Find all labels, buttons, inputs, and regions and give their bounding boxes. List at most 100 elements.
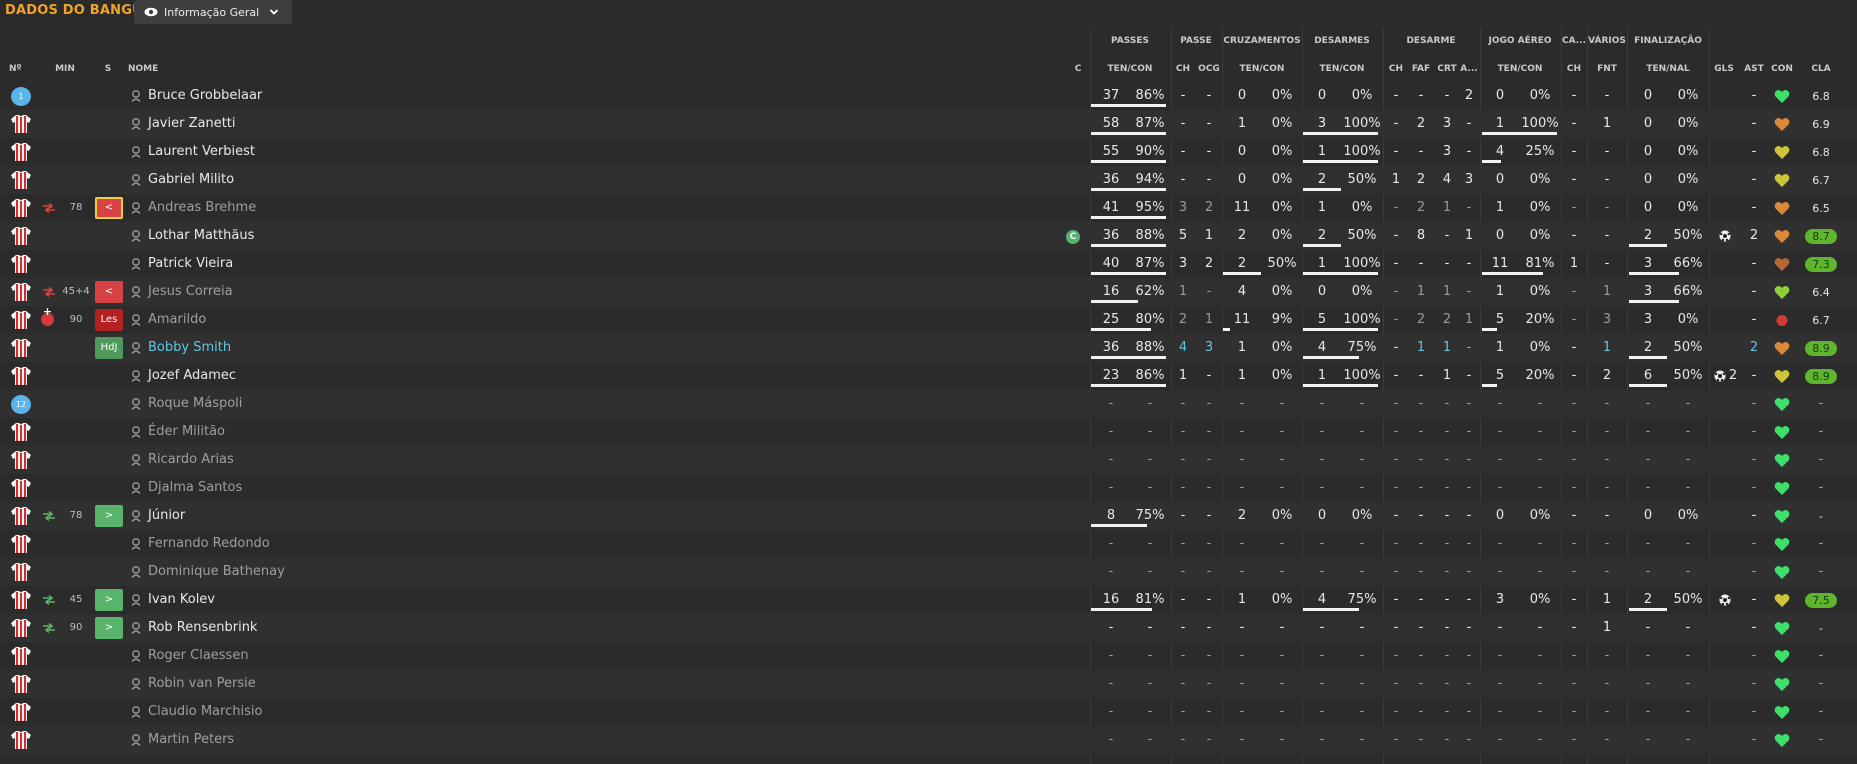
player-row[interactable]: 45 > Ivan Kolev 16 81% - -1 0% 4 75% - - - -3 0% -1 2 50%… xyxy=(0,586,1857,614)
passes-bar xyxy=(1091,384,1166,387)
aerial-completion: 0% xyxy=(1529,284,1551,299)
substituted-out-badge[interactable]: < xyxy=(95,281,123,303)
header-gls[interactable]: GLS xyxy=(1714,64,1734,74)
goalkeeper-shirt-icon: 1 xyxy=(11,87,31,106)
player-name[interactable]: Éder Militão xyxy=(148,418,225,446)
player-row[interactable]: 78 > Júnior 8 75% - -2 0% 0 0% - - - -0 0% - -0 0% - - xyxy=(0,502,1857,530)
player-name[interactable]: Bobby Smith xyxy=(148,334,231,362)
player-row[interactable]: Claudio Marchisio - - - - - - - - - - - - - - - - - - - - - xyxy=(0,698,1857,726)
player-name[interactable]: Rob Rensenbrink xyxy=(148,614,257,642)
tackles-attempted: - xyxy=(1319,620,1325,635)
player-name[interactable]: Júnior xyxy=(148,502,185,530)
stat-value: - xyxy=(1279,452,1285,467)
player-name[interactable]: Martin Peters xyxy=(148,726,234,754)
player-row[interactable]: Patrick Vieira 40 87% 3 2 2 50% 1 100% - - - -11 81% 1… xyxy=(0,250,1857,278)
person-icon xyxy=(131,286,141,298)
player-name[interactable]: Ricardo Arias xyxy=(148,446,234,474)
player-row[interactable]: 1 Bruce Grobbelaar 37 86% - -0 0% 0 0% - - -2 0 0% - -0… xyxy=(0,82,1857,110)
player-row[interactable]: Djalma Santos - - - - - - - - - - - - - - - - - - - - - xyxy=(0,474,1857,502)
substituted-in-badge[interactable]: > xyxy=(95,589,123,611)
stat-value: - xyxy=(1319,732,1325,747)
header-varios-fnt[interactable]: FNT xyxy=(1597,64,1617,74)
player-row[interactable]: HdJ Bobby Smith 36 88% 4 3 1 0% 4 75% -1 1-1 0% -1 2 50… xyxy=(0,334,1857,362)
player-row[interactable]: Dominique Bathenay - - - - - - - - - - - - - - - - - - - - - xyxy=(0,558,1857,586)
stat-value: - xyxy=(1751,536,1757,551)
shots-on-target: 50% xyxy=(1673,228,1703,243)
player-name[interactable]: Javier Zanetti xyxy=(148,110,236,138)
header-desarme-a[interactable]: A... xyxy=(1460,64,1477,74)
header-num[interactable]: Nº xyxy=(9,64,22,74)
header-passe-ocg[interactable]: OCG xyxy=(1198,64,1220,74)
player-name[interactable]: Fernando Redondo xyxy=(148,530,270,558)
header-desarme-ch[interactable]: CH xyxy=(1389,64,1403,74)
view-selector-button[interactable]: Informação Geral xyxy=(134,0,292,24)
player-name[interactable]: Laurent Verbiest xyxy=(148,138,255,166)
player-row[interactable]: 90 > Rob Rensenbrink - - - - - - - - - - - - - - - 1 - - - - xyxy=(0,614,1857,642)
condition-heart-icon xyxy=(1774,173,1790,187)
player-row[interactable]: Fernando Redondo - - - - - - - - - - - - - - - - - - - - - xyxy=(0,530,1857,558)
header-c[interactable]: C xyxy=(1075,64,1082,74)
header-ast[interactable]: AST xyxy=(1744,64,1764,74)
stat-value: - xyxy=(1571,396,1577,411)
player-row[interactable]: Jozef Adamec 23 86% 1-1 0% 1 100% - -1-5 20% -2 6 50… xyxy=(0,362,1857,390)
substituted-in-badge[interactable]: > xyxy=(95,617,123,639)
player-name[interactable]: Claudio Marchisio xyxy=(148,698,262,726)
view-selector-label: Informação Geral xyxy=(164,5,260,19)
header-des-tencon[interactable]: TEN/CON xyxy=(1320,64,1365,74)
player-name[interactable]: Jozef Adamec xyxy=(148,362,236,390)
player-name[interactable]: Bruce Grobbelaar xyxy=(148,82,262,110)
player-row[interactable]: 45+4 < Jesus Correia 16 62% 1-4 0% 0 0% -1 1-1 0% -1… xyxy=(0,278,1857,306)
player-name[interactable]: Amarildo xyxy=(148,306,206,334)
injury-badge[interactable]: Les xyxy=(95,309,123,331)
player-name[interactable]: Robin van Persie xyxy=(148,670,256,698)
header-ca-ch[interactable]: CH xyxy=(1567,64,1581,74)
header-aereo-tencon[interactable]: TEN/CON xyxy=(1498,64,1543,74)
substituted-out-badge[interactable]: < xyxy=(95,197,123,219)
player-row[interactable]: Laurent Verbiest 55 90% - -0 0% 1 100% - -3-4 25% -… xyxy=(0,138,1857,166)
player-row[interactable]: 90LesAmarildo2580%21119%5100%-221520%-33… xyxy=(0,305,1857,334)
header-desarmes: DESARMES xyxy=(1314,36,1370,46)
header-s[interactable]: S xyxy=(105,64,111,74)
player-name[interactable]: Gabriel Milito xyxy=(148,166,234,194)
header-cla[interactable]: CLA xyxy=(1811,64,1830,74)
player-row[interactable]: Roger Claessen - - - - - - - - - - - - - - - - - - - - - xyxy=(0,642,1857,670)
player-name[interactable]: Andreas Brehme xyxy=(148,194,256,222)
player-name[interactable]: Roger Claessen xyxy=(148,642,249,670)
header-fin-tennal[interactable]: TEN/NAL xyxy=(1646,64,1689,74)
tackle-crt: - xyxy=(1444,228,1450,243)
header-nome[interactable]: NOME xyxy=(128,64,158,74)
header-min[interactable]: MIN xyxy=(55,64,75,74)
player-name[interactable]: Lothar Matthäus xyxy=(148,222,254,250)
assists-value: - xyxy=(1751,620,1757,635)
rating-value: - xyxy=(1818,676,1824,691)
player-name[interactable]: Ivan Kolev xyxy=(148,586,215,614)
player-name[interactable]: Patrick Vieira xyxy=(148,250,233,278)
player-row[interactable]: Javier Zanetti 58 87% - -1 0% 3 100% -2 3-1 100% -1… xyxy=(0,110,1857,138)
header-desarme-faf[interactable]: FAF xyxy=(1412,64,1430,74)
key-passes: 3 xyxy=(1178,200,1188,215)
player-row[interactable]: Robin van Persie - - - - - - - - - - - - - - - - - - - - - xyxy=(0,670,1857,698)
header-desarme-crt[interactable]: CRT xyxy=(1437,64,1456,74)
player-row[interactable]: Gabriel Milito 36 94% - -0 0% 2 50% 1 2 4 3 0 0% - -0 0%… xyxy=(0,166,1857,194)
header-con[interactable]: CON xyxy=(1771,64,1793,74)
varios-fnt: - xyxy=(1604,88,1610,103)
player-row[interactable]: Martin Peters - - - - - - - - - - - - - - - - - - - - - xyxy=(0,726,1857,754)
substituted-in-badge[interactable]: > xyxy=(95,505,123,527)
crosses-completion: 0% xyxy=(1271,368,1293,383)
player-name[interactable]: Dominique Bathenay xyxy=(148,558,285,586)
header-cruz-tencon[interactable]: TEN/CON xyxy=(1240,64,1285,74)
header-passe-ch[interactable]: CH xyxy=(1176,64,1190,74)
header-passes-tencon[interactable]: TEN/CON xyxy=(1108,64,1153,74)
player-name[interactable]: Djalma Santos xyxy=(148,474,242,502)
player-name[interactable]: Jesus Correia xyxy=(148,278,233,306)
person-icon xyxy=(131,734,141,746)
player-row[interactable]: Ricardo Arias - - - - - - - - - - - - - - - - - - - - - xyxy=(0,446,1857,474)
stat-value: - xyxy=(1239,732,1245,747)
player-row[interactable]: 12 Roque Máspoli - - - - - - - - - - - - - - - - - - - - - xyxy=(0,390,1857,418)
stat-value: - xyxy=(1685,480,1691,495)
player-of-match-badge[interactable]: HdJ xyxy=(95,337,123,359)
player-name[interactable]: Roque Máspoli xyxy=(148,390,242,418)
player-row[interactable]: 78 < Andreas Brehme 41 95% 3 2 11 0% 1 0% -2 1-1 0% - -… xyxy=(0,194,1857,222)
player-row[interactable]: Lothar Matthäus C 36 88% 5 1 2 0% 2 50% -8-1 0 0% - -2… xyxy=(0,222,1857,250)
player-row[interactable]: Éder Militão - - - - - - - - - - - - - - - - - - - - - xyxy=(0,418,1857,446)
